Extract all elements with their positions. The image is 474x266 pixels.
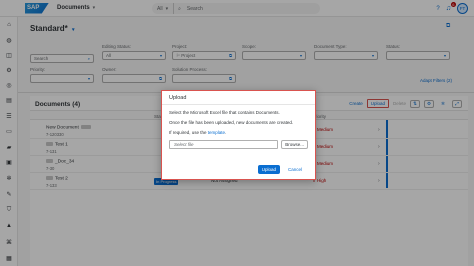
upload-dialog: Upload Select the Microsoft Excel file t… [161, 90, 316, 180]
template-link[interactable]: template [208, 130, 225, 135]
dialog-text: Once the file has been uploaded, new doc… [169, 120, 294, 125]
dialog-text: If required, use the template. [169, 130, 308, 135]
dialog-text-prefix: If required, use the [169, 130, 207, 135]
dialog-text-suffix: . [225, 130, 227, 135]
file-picker: Select file Browse... [169, 140, 308, 149]
dialog-title: Upload [162, 91, 315, 105]
cancel-button[interactable]: Cancel [282, 163, 307, 175]
upload-confirm-button[interactable]: Upload [257, 164, 280, 174]
dialog-footer: Upload Cancel [162, 159, 315, 179]
dialog-text: Select the Microsoft Excel file that con… [169, 110, 280, 115]
file-input[interactable]: Select file [169, 140, 279, 149]
dialog-body: Select the Microsoft Excel file that con… [162, 105, 315, 154]
browse-button[interactable]: Browse... [281, 140, 308, 149]
